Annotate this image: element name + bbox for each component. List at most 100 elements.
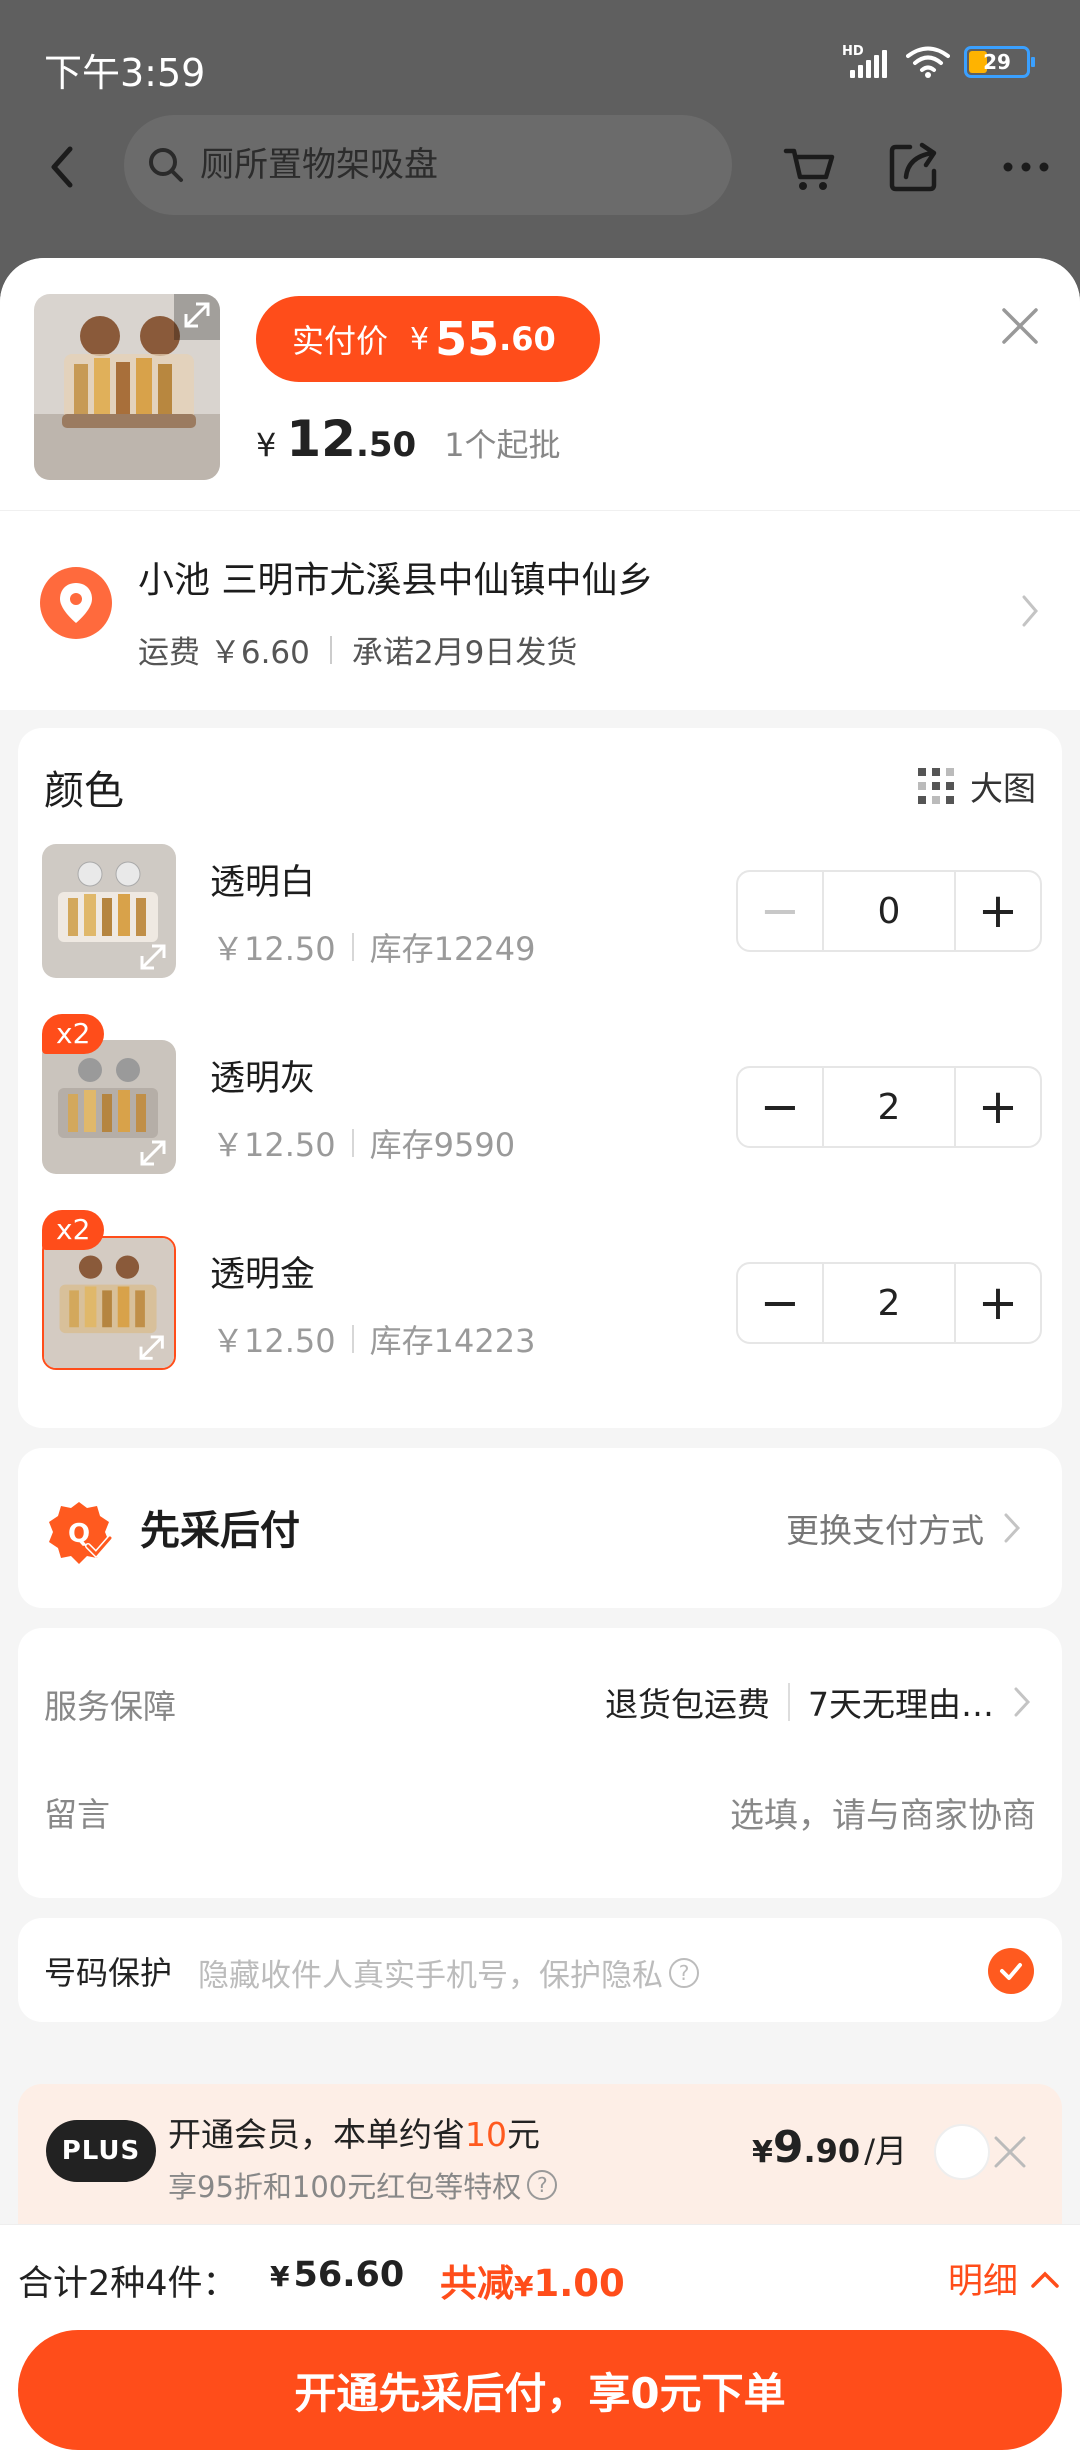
status-icons: HD 29: [842, 44, 1035, 80]
variant-meta: ￥12.50 库存9590: [212, 1120, 515, 1166]
big-image-label: 大图: [970, 769, 1036, 808]
decrement-button[interactable]: −: [738, 1068, 822, 1146]
color-selection-card: 颜色 大图 透明白 ￥12.50 库存12249 − 0 + x2 透明灰 ￥1…: [18, 728, 1062, 1428]
privacy-hint-text: 隐藏收件人真实手机号，保护隐私: [198, 1958, 663, 1994]
payment-method-card[interactable]: Q 先采后付 更换支付方式: [18, 1448, 1062, 1608]
address-text: 小池 三明市尤溪县中仙镇中仙乡: [138, 560, 654, 601]
plus-membership-card: PLUS 开通会员，本单约省10元 享95折和100元红包等特权 ? ¥ 9 .…: [18, 2084, 1062, 2224]
unit-price-dec: .50: [355, 425, 417, 465]
variant-thumbnail[interactable]: [42, 1236, 176, 1370]
variant-price: ￥12.50: [212, 930, 336, 968]
big-image-toggle[interactable]: 大图: [916, 762, 1036, 810]
message-input[interactable]: 选填，请与商家协商: [730, 1788, 1036, 1837]
address-row[interactable]: 小池 三明市尤溪县中仙镇中仙乡 运费 ￥6.60 承诺2月9日发货: [0, 510, 1080, 710]
quantity-stepper: − 2 +: [736, 1262, 1042, 1344]
top-nav: [0, 115, 1080, 220]
actual-price-dec: .60: [499, 320, 556, 358]
privacy-hint: 隐藏收件人真实手机号，保护隐私 ?: [198, 1950, 699, 1995]
help-icon[interactable]: ?: [669, 1957, 699, 1988]
quantity-value[interactable]: 2: [822, 1068, 956, 1146]
chevron-right-icon: [1014, 1687, 1031, 1717]
close-icon[interactable]: [998, 304, 1042, 348]
more-icon[interactable]: [996, 137, 1056, 197]
increment-button[interactable]: +: [956, 1068, 1040, 1146]
total-amount: ¥56.60: [270, 2255, 405, 2295]
privacy-card: 号码保护 隐藏收件人真实手机号，保护隐私 ?: [18, 1918, 1062, 2022]
search-input[interactable]: [200, 145, 700, 185]
increment-button[interactable]: +: [956, 872, 1040, 950]
wifi-icon: [906, 46, 950, 78]
change-payment-link[interactable]: 更换支付方式: [786, 1504, 1022, 1552]
quantity-badge: x2: [42, 1210, 105, 1250]
quantity-stepper: − 2 +: [736, 1066, 1042, 1148]
variant-thumbnail[interactable]: [42, 1040, 176, 1174]
share-icon[interactable]: [884, 137, 944, 197]
variant-stock: 库存14223: [369, 1322, 536, 1360]
unit-price: ¥ 12 .50 1个起批: [256, 410, 561, 468]
back-icon[interactable]: [40, 137, 84, 197]
detail-label: 明细: [947, 2262, 1018, 2302]
product-header: 实付价 ¥ 55 .60 ¥ 12 .50 1个起批: [0, 258, 1080, 510]
chevron-right-icon: [1022, 595, 1038, 627]
increment-button[interactable]: +: [956, 1264, 1040, 1342]
battery-level: 29: [983, 50, 1011, 74]
service-7day-return: 7天无理由…: [808, 1685, 994, 1724]
quantity-value[interactable]: 2: [822, 1264, 956, 1342]
search-bar[interactable]: [124, 115, 732, 215]
status-time: 下午3:59: [44, 51, 206, 95]
variant-stock: 库存12249: [369, 930, 536, 968]
variant-name: 透明灰: [210, 1059, 316, 1099]
service-values[interactable]: 退货包运费 7天无理由…: [605, 1678, 1032, 1726]
decrement-button[interactable]: −: [738, 1264, 822, 1342]
plus-logo: PLUS: [46, 2120, 156, 2182]
message-label: 留言: [44, 1795, 110, 1834]
battery-icon: 29: [964, 46, 1035, 78]
actual-price-label: 实付价: [292, 322, 389, 360]
variant-meta: ￥12.50 库存14223: [212, 1316, 535, 1362]
color-variant: x2 透明金 ￥12.50 库存14223 − 2 +: [42, 1210, 1042, 1370]
actual-price-currency: ¥: [410, 321, 430, 357]
actual-price-pill: 实付价 ¥ 55 .60: [256, 296, 600, 382]
change-payment-label: 更换支付方式: [786, 1511, 984, 1550]
unit-price-currency: ¥: [256, 426, 277, 464]
decrement-button[interactable]: −: [738, 872, 822, 950]
actual-price-int: 55: [435, 312, 500, 366]
ship-promise: 承诺2月9日发货: [351, 635, 578, 671]
service-return-shipping: 退货包运费: [605, 1685, 770, 1724]
color-variant: x2 透明灰 ￥12.50 库存9590 − 2 +: [42, 1014, 1042, 1174]
variant-name: 透明白: [210, 863, 316, 903]
plus-price: ¥ 9 .90 /月: [752, 2122, 907, 2173]
submit-order-button[interactable]: 开通先采后付，享0元下单: [18, 2330, 1062, 2450]
service-card: 服务保障 退货包运费 7天无理由… 留言 选填，请与商家协商: [18, 1628, 1062, 1898]
plus-radio[interactable]: [934, 2124, 990, 2180]
plus-savings: 10: [465, 2115, 507, 2154]
shipping-info: 运费 ￥6.60 承诺2月9日发货: [138, 627, 577, 672]
total-discount: 共减¥1.00: [440, 2262, 625, 2305]
search-icon: [149, 148, 183, 182]
signal-icon: HD: [842, 44, 892, 80]
order-sheet: 实付价 ¥ 55 .60 ¥ 12 .50 1个起批 小池 三明市尤溪县中仙镇中…: [0, 258, 1080, 2460]
quantity-value[interactable]: 0: [822, 872, 956, 950]
quantity-stepper: − 0 +: [736, 870, 1042, 952]
shipping-fee: 运费 ￥6.60: [138, 635, 310, 671]
variant-price: ￥12.50: [212, 1126, 336, 1164]
service-label: 服务保障: [44, 1687, 176, 1726]
detail-button[interactable]: 明细: [948, 2253, 1060, 2304]
variant-price: ￥12.50: [212, 1322, 336, 1360]
variant-thumbnail[interactable]: [42, 844, 176, 978]
product-image[interactable]: [34, 294, 220, 480]
variant-stock: 库存9590: [369, 1126, 516, 1164]
pay-later-icon: Q: [49, 1502, 113, 1564]
location-icon: [40, 567, 112, 639]
privacy-checkbox[interactable]: [988, 1948, 1034, 1994]
help-icon[interactable]: ?: [527, 2170, 558, 2200]
color-title: 颜色: [44, 768, 124, 814]
check-icon: [1000, 1963, 1022, 1980]
privacy-label: 号码保护: [44, 1954, 173, 1992]
cart-icon[interactable]: [780, 137, 840, 197]
close-icon[interactable]: [992, 2134, 1028, 2170]
plus-subtitle: 享95折和100元红包等特权 ?: [168, 2164, 558, 2206]
chevron-right-icon: [1004, 1513, 1021, 1543]
variant-meta: ￥12.50 库存12249: [212, 924, 535, 970]
grid-icon: [918, 768, 954, 804]
